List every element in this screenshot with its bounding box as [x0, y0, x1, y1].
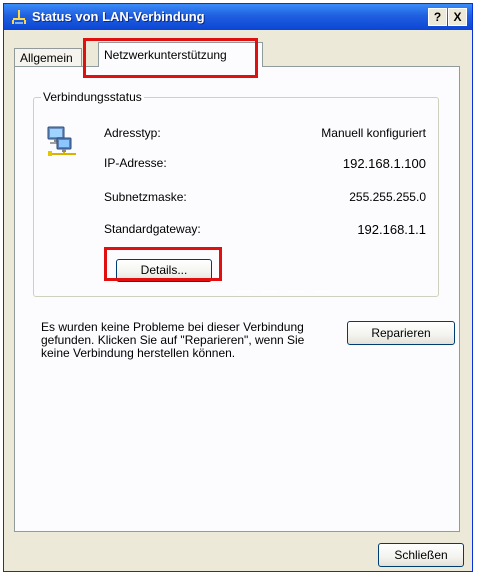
tab-highlight-box	[83, 38, 258, 78]
ip-address-label: IP-Adresse:	[104, 156, 167, 170]
title-bar[interactable]: Status von LAN-Verbindung ? X	[4, 4, 472, 30]
close-button[interactable]: Schließen	[378, 543, 464, 567]
address-type-value: Manuell konfiguriert	[321, 126, 426, 140]
repair-button[interactable]: Reparieren	[347, 321, 455, 345]
divider	[314, 291, 330, 292]
ip-address-value: 192.168.1.100	[342, 156, 426, 171]
subnet-mask-label: Subnetzmaske:	[104, 190, 187, 204]
dialog-window: Status von LAN-Verbindung ? X Allgemein …	[3, 3, 473, 572]
tab-allgemein[interactable]: Allgemein	[14, 48, 82, 66]
window-title: Status von LAN-Verbindung	[32, 9, 205, 24]
default-gateway-label: Standardgateway:	[104, 222, 201, 236]
connection-status-group: Verbindungsstatus Adresstyp: Manuell kon…	[33, 90, 439, 297]
divider	[288, 291, 304, 292]
repair-message: Es wurden keine Probleme bei dieser Verb…	[41, 320, 305, 360]
divider	[236, 291, 252, 292]
default-gateway-value: 192.168.1.1	[357, 222, 426, 237]
network-connection-icon	[12, 10, 26, 24]
close-window-button[interactable]: X	[448, 8, 467, 26]
details-highlight-box	[104, 247, 222, 281]
address-type-label: Adresstyp:	[104, 126, 161, 140]
divider	[262, 291, 278, 292]
subnet-mask-value: 255.255.255.0	[349, 190, 426, 204]
network-computers-icon	[47, 126, 76, 156]
help-button[interactable]: ?	[428, 8, 447, 26]
group-title: Verbindungsstatus	[41, 90, 144, 104]
tab-panel: Verbindungsstatus Adresstyp: Manuell kon…	[14, 66, 460, 532]
